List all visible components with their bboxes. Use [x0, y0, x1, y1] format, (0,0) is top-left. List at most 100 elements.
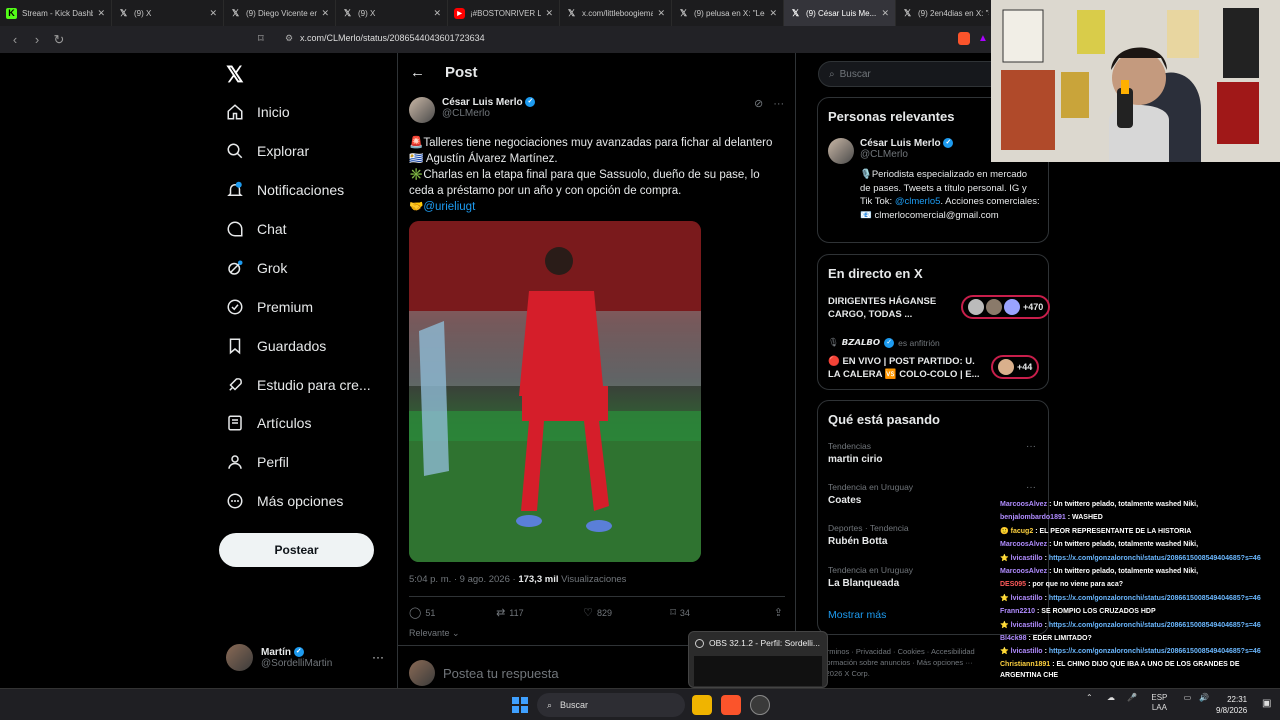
browser-tab-active[interactable]: 𝕏 (9) César Luis Me... ✕	[784, 0, 896, 26]
windows-start-icon[interactable]	[512, 697, 528, 713]
chat-username[interactable]: 🙂 facug2	[1000, 528, 1033, 535]
file-explorer-icon[interactable]	[692, 695, 712, 715]
browser-tab[interactable]: KStream - Kick Dashbo...✕	[0, 0, 112, 26]
repost-button[interactable]: ⇄ 117	[496, 606, 583, 619]
close-icon[interactable]: ✕	[209, 8, 217, 19]
obs-taskbar-preview[interactable]: OBS 32.1.2 - Perfil: Sordelli...	[688, 631, 828, 688]
clock[interactable]: 22:31 9/8/2026	[1216, 694, 1247, 716]
site-info-icon[interactable]: ⚙	[285, 33, 293, 44]
browser-tab[interactable]: 𝕏(9) pelusa en X: "Leom...✕	[672, 0, 784, 26]
volume-icon[interactable]: 🔊	[1199, 693, 1209, 702]
forward-icon[interactable]: ›	[26, 32, 48, 47]
account-switcher[interactable]: Martín ✓ @SordelliMartin ···	[226, 644, 384, 671]
reply-input[interactable]: Postea tu respuesta	[443, 666, 559, 681]
chat-username[interactable]: benjalombardo1891	[1000, 514, 1066, 521]
live-item[interactable]: DIRIGENTES HÁGANSE CARGO, TODAS ...	[828, 295, 953, 321]
close-icon[interactable]: ✕	[881, 8, 889, 19]
back-arrow-icon[interactable]: ←	[410, 64, 425, 81]
sidebar-item-more[interactable]: Más opciones	[226, 488, 343, 514]
post-button[interactable]: Postear	[219, 533, 374, 567]
show-more-link[interactable]: Mostrar más	[828, 609, 886, 621]
cloud-icon[interactable]: ☁	[1107, 693, 1115, 702]
browser-tab[interactable]: 𝕏x.com/littleboogiema...✕	[560, 0, 672, 26]
share-button[interactable]: ⇪	[757, 606, 787, 619]
live-participants-pill[interactable]: +44	[991, 355, 1040, 379]
close-icon[interactable]: ✕	[433, 8, 441, 19]
trend-item[interactable]: Tendencia en Uruguay La Blanqueada	[828, 565, 913, 589]
taskbar-search[interactable]: ⌕ Buscar	[537, 693, 685, 717]
trend-item[interactable]: Deportes · Tendencia Rubén Botta	[828, 523, 909, 547]
sidebar-item-articles[interactable]: Artículos	[226, 410, 311, 436]
trend-item[interactable]: Tendencias martin cirio ···	[828, 441, 1036, 465]
sidebar-item-premium[interactable]: Premium	[226, 294, 313, 320]
x-logo-icon[interactable]: 𝕏	[226, 62, 244, 88]
chat-username[interactable]: MarcoosAlvez	[1000, 568, 1047, 575]
close-icon[interactable]: ✕	[657, 8, 665, 19]
obs-icon[interactable]	[750, 695, 770, 715]
live-participants-pill[interactable]: +470	[961, 295, 1051, 319]
sidebar-item-profile[interactable]: Perfil	[226, 449, 289, 475]
bio-link[interactable]: @clmerlo5	[895, 196, 941, 207]
like-button[interactable]: ♡ 829	[583, 606, 670, 619]
chat-username[interactable]: MarcoosAlvez	[1000, 501, 1047, 508]
url-field[interactable]: x.com/CLMerlo/status/2086544043601723634	[300, 33, 485, 43]
network-icon[interactable]: ▭	[1184, 693, 1192, 702]
author-avatar[interactable]	[409, 97, 435, 123]
browser-tab[interactable]: 𝕏(9) Diego Vicente en X✕	[224, 0, 336, 26]
chat-username[interactable]: Christiann1891	[1000, 661, 1050, 668]
browser-tab[interactable]: ▶¡#BOSTONRIVER LO D...✕	[448, 0, 560, 26]
account-more-icon[interactable]: ···	[372, 650, 384, 664]
chat-username[interactable]: ⭐ lvicastillo	[1000, 595, 1043, 602]
trend-more-icon[interactable]: ···	[1026, 482, 1036, 493]
browser-tab[interactable]: 𝕏 (9) X ✕	[112, 0, 224, 26]
sidebar-item-chat[interactable]: Chat	[226, 216, 287, 242]
sidebar-item-creator-studio[interactable]: Estudio para cre...	[226, 372, 371, 398]
search-input[interactable]: ⌕ Buscar	[818, 61, 1008, 87]
language-indicator[interactable]: ESP LAA	[1151, 693, 1167, 713]
mention-link[interactable]: 🤝@urieliugt	[409, 199, 784, 215]
reply-button[interactable]: ◯ 51	[409, 606, 496, 619]
chat-username[interactable]: DES095	[1000, 581, 1026, 588]
chat-username[interactable]: Bl4ck98	[1000, 635, 1026, 642]
chat-link[interactable]: https://x.com/gonzaloronchi/status/20866…	[1049, 622, 1261, 629]
x-icon: 𝕏	[679, 7, 688, 18]
close-icon[interactable]: ✕	[769, 8, 777, 19]
chat-link[interactable]: https://x.com/gonzaloronchi/status/20866…	[1049, 555, 1261, 562]
sidebar-item-bookmarks[interactable]: Guardados	[226, 333, 326, 359]
chat-link[interactable]: https://x.com/gonzaloronchi/status/20866…	[1049, 595, 1261, 602]
notification-icon[interactable]: ▣	[1262, 698, 1271, 709]
close-icon[interactable]: ✕	[545, 8, 553, 19]
close-icon[interactable]: ✕	[97, 8, 105, 19]
sidebar-item-home[interactable]: Inicio	[226, 99, 290, 125]
reply-sort-dropdown[interactable]: Relevante ⌄	[409, 628, 460, 639]
bookmark-button[interactable]: ⌑ 34	[670, 606, 757, 619]
chat-username[interactable]: MarcoosAlvez	[1000, 541, 1047, 548]
relevant-person[interactable]: César Luis Merlo ✓ @CLMerlo	[828, 138, 954, 164]
mic-icon[interactable]: 🎤	[1127, 693, 1137, 702]
brave-shield-icon[interactable]	[958, 32, 970, 45]
grok-explain-icon[interactable]: ⊘	[754, 98, 763, 110]
reload-icon[interactable]: ↻	[48, 32, 70, 48]
post-image[interactable]	[409, 221, 701, 562]
close-icon[interactable]: ✕	[321, 8, 329, 19]
sidebar-item-grok[interactable]: Grok	[226, 255, 287, 281]
rewards-icon[interactable]: ▲	[978, 33, 988, 44]
chevron-up-icon[interactable]: ⌃	[1086, 693, 1093, 702]
chat-username[interactable]: ⭐ lvicastillo	[1000, 648, 1043, 655]
sidebar-item-explore[interactable]: Explorar	[226, 138, 309, 164]
post-author[interactable]: César Luis Merlo ✓ @CLMerlo	[409, 97, 536, 123]
chat-username[interactable]: Frann2210	[1000, 608, 1035, 615]
chat-username[interactable]: ⭐ lvicastillo	[1000, 555, 1043, 562]
sidebar-item-notifications[interactable]: Notificaciones	[226, 177, 344, 203]
browser-tab[interactable]: 𝕏 (9) X ✕	[336, 0, 448, 26]
post-more-icon[interactable]: ···	[773, 98, 784, 110]
chat-link[interactable]: https://x.com/gonzaloronchi/status/20866…	[1049, 648, 1261, 655]
reply-composer[interactable]: Postea tu respuesta	[409, 660, 559, 686]
back-icon[interactable]: ‹	[4, 32, 26, 47]
chat-username[interactable]: ⭐ lvicastillo	[1000, 622, 1043, 629]
live-item[interactable]: 🔴 EN VIVO | POST PARTIDO: U. LA CALERA 🆚…	[828, 355, 983, 381]
trend-more-icon[interactable]: ···	[1026, 441, 1036, 452]
bookmark-page-icon[interactable]: ⌑	[258, 32, 264, 45]
brave-browser-icon[interactable]	[721, 695, 741, 715]
trend-item[interactable]: Tendencia en Uruguay Coates ···	[828, 482, 1036, 506]
